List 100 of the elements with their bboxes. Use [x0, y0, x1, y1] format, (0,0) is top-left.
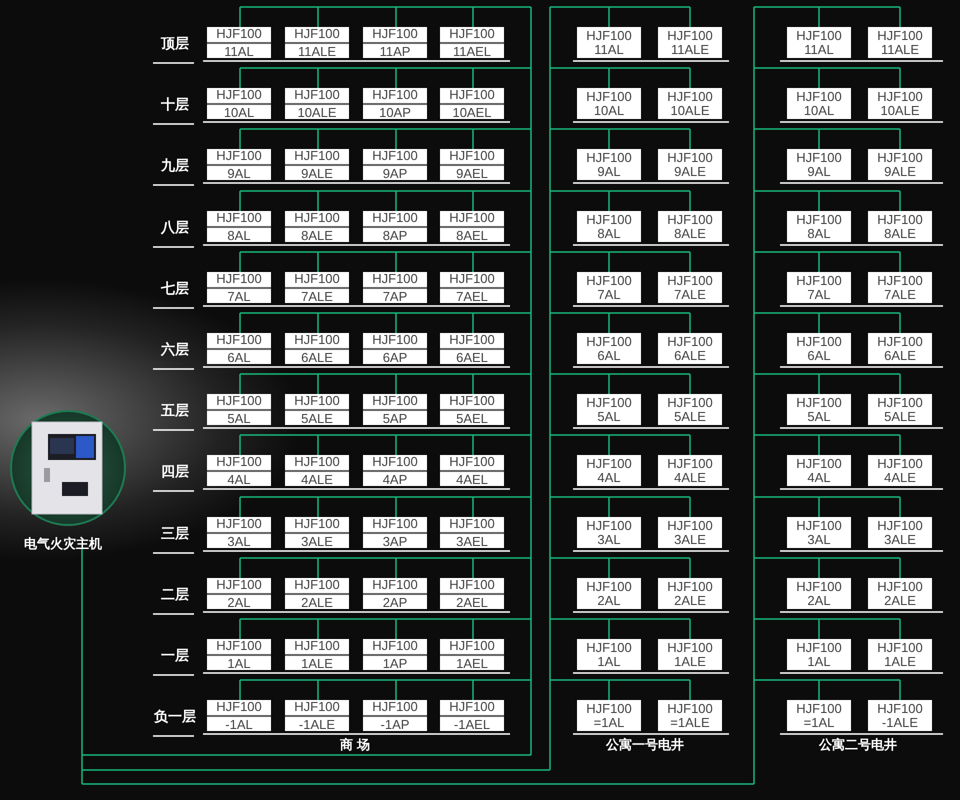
device-tag: HJF100 1AP — [363, 639, 427, 670]
device-tag: HJF100 8AL — [207, 211, 271, 242]
device-tag: HJF100 3AL — [207, 517, 271, 548]
device-tag: HJF100 3AEL — [440, 517, 504, 548]
device-tag: HJF100 6AEL — [440, 333, 504, 364]
device-tag: HJF100 10AL — [207, 88, 271, 119]
device-tag: HJF100 6AP — [363, 333, 427, 364]
floor-label: 四层 — [160, 462, 190, 481]
device-tag: HJF100 11AL — [787, 27, 851, 58]
device-tag: HJF100 7ALE — [868, 272, 932, 303]
device-tag: HJF100 8ALE — [658, 211, 722, 242]
device-tag: HJF100 10ALE — [285, 88, 349, 119]
device-tag: HJF100 5ALE — [868, 394, 932, 425]
device-tag: HJF100 5AL — [577, 394, 641, 425]
device-tag: HJF100 2AP — [363, 578, 427, 609]
device-tag: HJF100 1AL — [577, 639, 641, 670]
device-tag: HJF100 11ALE — [658, 27, 722, 58]
device-tag: HJF100 1ALE — [285, 639, 349, 670]
device-tag: HJF100 8AL — [787, 211, 851, 242]
device-tag: HJF100 10AP — [363, 88, 427, 119]
device-tag: HJF100 10AL — [577, 88, 641, 119]
floor-label: 二层 — [160, 585, 190, 604]
device-tag: HJF100 11AL — [577, 27, 641, 58]
device-tag: HJF100 7AL — [207, 272, 271, 303]
host-label: 电气火灾主机 — [24, 535, 103, 553]
device-tag: HJF100 4ALE — [285, 455, 349, 486]
section-label: 商 场 — [339, 736, 371, 754]
device-tag: HJF100 3AP — [363, 517, 427, 548]
floor-label: 顶层 — [160, 34, 190, 53]
device-tag: HJF100 5AEL — [440, 394, 504, 425]
device-tag: HJF100 =1ALE — [658, 700, 722, 731]
device-tag: HJF100 4AP — [363, 455, 427, 486]
device-tag: HJF100 2ALE — [868, 578, 932, 609]
device-tag: HJF100 =1AL — [577, 700, 641, 731]
device-tag: HJF100 4AL — [207, 455, 271, 486]
device-tag: HJF100 9ALE — [285, 149, 349, 180]
device-tag: HJF100 7AL — [577, 272, 641, 303]
device-tag: HJF100 6ALE — [868, 333, 932, 364]
section-label: 公寓二号电井 — [818, 736, 898, 754]
floor-label: 一层 — [160, 646, 190, 665]
device-tag: HJF100 5AL — [207, 394, 271, 425]
device-tag: HJF100 6AL — [787, 333, 851, 364]
device-tag: HJF100 5AL — [787, 394, 851, 425]
device-tag: HJF100 11ALE — [868, 27, 932, 58]
floor-label: 三层 — [160, 524, 190, 543]
device-tag: HJF100 6AL — [207, 333, 271, 364]
device-tag: HJF100 9ALE — [658, 149, 722, 180]
device-tag: HJF100 10ALE — [868, 88, 932, 119]
device-tag: HJF100 5ALE — [658, 394, 722, 425]
section-label: 公寓一号电井 — [604, 736, 685, 754]
device-tag: HJF100 7AL — [787, 272, 851, 303]
device-tag: HJF100 7ALE — [285, 272, 349, 303]
device-tag: HJF100 9AL — [207, 149, 271, 180]
device-tag: HJF100 8ALE — [285, 211, 349, 242]
device-tag: HJF100 10ALE — [658, 88, 722, 119]
device-tag: HJF100 -1ALE — [868, 700, 932, 731]
device-tag: HJF100 5ALE — [285, 394, 349, 425]
device-tag: HJF100 9ALE — [868, 149, 932, 180]
device-tag: HJF100 3ALE — [658, 517, 722, 548]
device-tag: HJF100 9AEL — [440, 149, 504, 180]
device-tag: HJF100 6AL — [577, 333, 641, 364]
device-tag: HJF100 8AL — [577, 211, 641, 242]
device-tag: HJF100 9AL — [787, 149, 851, 180]
device-tag: HJF100 10AL — [787, 88, 851, 119]
device-tag: HJF100 -1ALE — [285, 700, 349, 731]
device-tag: HJF100 4AEL — [440, 455, 504, 486]
device-tag: HJF100 10AEL — [440, 88, 504, 119]
device-tag: HJF100 3ALE — [285, 517, 349, 548]
device-tag: HJF100 3AL — [787, 517, 851, 548]
device-tag: HJF100 8AP — [363, 211, 427, 242]
device-tag: HJF100 11AEL — [440, 27, 504, 58]
floor-label: 十层 — [160, 95, 190, 114]
device-tag: HJF100 1AL — [207, 639, 271, 670]
device-tag: HJF100 2AL — [577, 578, 641, 609]
device-tag: HJF100 6ALE — [658, 333, 722, 364]
device-tag: HJF100 2ALE — [285, 578, 349, 609]
device-tag: HJF100 -1AEL — [440, 700, 504, 731]
device-tag: HJF100 9AP — [363, 149, 427, 180]
device-tag: HJF100 2AL — [787, 578, 851, 609]
device-tag: HJF100 11ALE — [285, 27, 349, 58]
device-tag: HJF100 1AEL — [440, 639, 504, 670]
floor-label: 九层 — [160, 156, 190, 175]
device-tag: HJF100 8ALE — [868, 211, 932, 242]
device-tag: HJF100 1ALE — [658, 639, 722, 670]
device-tag: HJF100 9AL — [577, 149, 641, 180]
device-tag: HJF100 -1AL — [207, 700, 271, 731]
device-tag: HJF100 7ALE — [658, 272, 722, 303]
device-tag: HJF100 1ALE — [868, 639, 932, 670]
device-tag: HJF100 2ALE — [658, 578, 722, 609]
device-tag: HJF100 2AEL — [440, 578, 504, 609]
floor-label: 六层 — [160, 340, 190, 359]
floor-label: 五层 — [160, 401, 190, 420]
device-tag: HJF100 11AP — [363, 27, 427, 58]
device-tag: HJF100 3ALE — [868, 517, 932, 548]
floor-label: 负一层 — [152, 707, 197, 726]
device-tag: HJF100 -1AP — [363, 700, 427, 731]
device-tag: HJF100 5AP — [363, 394, 427, 425]
device-tag: HJF100 7AEL — [440, 272, 504, 303]
device-tag: HJF100 11AL — [207, 27, 271, 58]
device-tag: HJF100 7AP — [363, 272, 427, 303]
